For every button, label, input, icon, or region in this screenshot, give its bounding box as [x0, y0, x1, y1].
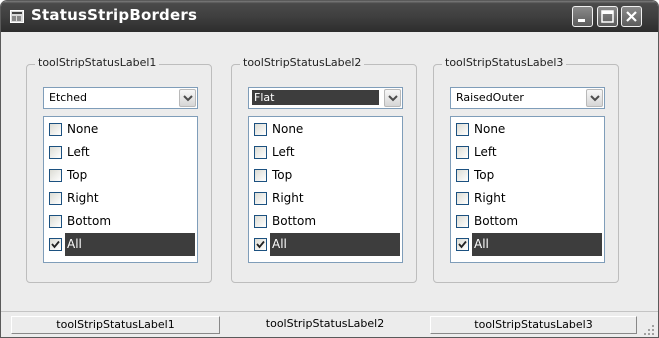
checklist-item-label: Right [272, 191, 304, 205]
dropdown-button[interactable] [384, 89, 401, 107]
checkbox[interactable] [254, 146, 267, 159]
checkbox[interactable] [254, 192, 267, 205]
checklist-item-label: Right [67, 191, 99, 205]
combo-value: Etched [49, 91, 88, 104]
checklist-item-all[interactable]: All [452, 233, 603, 256]
status-label-3: toolStripStatusLabel3 [430, 316, 637, 334]
checklist-item-label: Left [67, 145, 90, 159]
checklist-item-left[interactable]: Left [45, 141, 196, 164]
chevron-down-icon [183, 95, 193, 102]
checklist-item-all[interactable]: All [250, 233, 401, 256]
border-sides-checklist[interactable]: None Left Top Right Bottom All [248, 116, 403, 263]
checkbox[interactable] [49, 169, 62, 182]
border-group-1: toolStripStatusLabel1 Etched None Left Top Ri… [26, 56, 212, 283]
main-window: StatusStripBorders toolStripStatusLabel1… [0, 0, 659, 338]
checklist-item-none[interactable]: None [45, 118, 196, 141]
checklist-item-label: Bottom [67, 214, 112, 228]
checklist-item-all[interactable]: All [45, 233, 196, 256]
checklist-item-bottom[interactable]: Bottom [452, 210, 603, 233]
checklist-item-top[interactable]: Top [250, 164, 401, 187]
checkbox[interactable] [49, 146, 62, 159]
maximize-icon [601, 10, 614, 23]
checkbox[interactable] [254, 215, 267, 228]
checklist-item-bottom[interactable]: Bottom [45, 210, 196, 233]
checklist-item-label: Right [474, 191, 506, 205]
combo-value: Flat [252, 90, 379, 105]
checklist-item-right[interactable]: Right [45, 187, 196, 210]
checklist-item-label: All [270, 233, 400, 256]
checklist-item-label: Left [474, 145, 497, 159]
checklist-item-left[interactable]: Left [250, 141, 401, 164]
status-label-2: toolStripStatusLabel2 [265, 317, 385, 330]
minimize-icon [578, 19, 585, 22]
checkbox[interactable] [456, 215, 469, 228]
checklist-item-label: Bottom [272, 214, 317, 228]
checklist-item-label: Top [272, 168, 293, 182]
status-strip: toolStripStatusLabel1 toolStripStatusLab… [1, 311, 658, 337]
group-legend: toolStripStatusLabel2 [240, 56, 365, 69]
border-group-3: toolStripStatusLabel3 RaisedOuter None Left… [433, 56, 619, 283]
checklist-item-label: Top [474, 168, 495, 182]
checkbox[interactable] [254, 238, 267, 251]
checkmark-icon [51, 240, 60, 249]
minimize-button[interactable] [572, 6, 593, 27]
close-icon [626, 11, 637, 22]
title-bar[interactable]: StatusStripBorders [1, 1, 658, 32]
dropdown-button[interactable] [179, 89, 196, 107]
checklist-item-top[interactable]: Top [45, 164, 196, 187]
checkbox[interactable] [456, 192, 469, 205]
checklist-item-top[interactable]: Top [452, 164, 603, 187]
checklist-item-label: None [272, 122, 304, 136]
dropdown-button[interactable] [586, 89, 603, 107]
checklist-item-label: Left [272, 145, 295, 159]
border-style-combo[interactable]: Flat [248, 87, 403, 109]
checkmark-icon [458, 240, 467, 249]
checklist-item-label: All [65, 233, 195, 256]
checklist-item-right[interactable]: Right [452, 187, 603, 210]
checklist-item-label: All [472, 233, 602, 256]
checkbox[interactable] [254, 169, 267, 182]
combo-value: RaisedOuter [456, 91, 524, 104]
chevron-down-icon [590, 95, 600, 102]
maximize-button[interactable] [597, 6, 618, 27]
border-group-2: toolStripStatusLabel2 Flat None Left Top Righ… [231, 56, 417, 283]
border-style-combo[interactable]: Etched [43, 87, 198, 109]
checklist-item-label: Bottom [474, 214, 519, 228]
checklist-item-bottom[interactable]: Bottom [250, 210, 401, 233]
checklist-item-right[interactable]: Right [250, 187, 401, 210]
checklist-item-label: None [67, 122, 99, 136]
checkbox[interactable] [49, 123, 62, 136]
checkbox[interactable] [254, 123, 267, 136]
checklist-item-none[interactable]: None [452, 118, 603, 141]
group-legend: toolStripStatusLabel1 [35, 56, 160, 69]
size-grip-icon[interactable] [643, 324, 655, 336]
border-sides-checklist[interactable]: None Left Top Right Bottom All [43, 116, 198, 263]
checkmark-icon [256, 240, 265, 249]
window-title: StatusStripBorders [31, 6, 198, 24]
checklist-item-left[interactable]: Left [452, 141, 603, 164]
checkbox[interactable] [49, 192, 62, 205]
checklist-item-label: Top [67, 168, 88, 182]
checkbox[interactable] [456, 123, 469, 136]
checkbox[interactable] [49, 215, 62, 228]
checklist-item-label: None [474, 122, 506, 136]
checkbox[interactable] [456, 146, 469, 159]
chevron-down-icon [388, 95, 398, 102]
checkbox[interactable] [456, 238, 469, 251]
app-icon[interactable] [10, 10, 24, 23]
checkbox[interactable] [49, 238, 62, 251]
close-button[interactable] [621, 6, 642, 27]
checkbox[interactable] [456, 169, 469, 182]
border-sides-checklist[interactable]: None Left Top Right Bottom All [450, 116, 605, 263]
checklist-item-none[interactable]: None [250, 118, 401, 141]
group-legend: toolStripStatusLabel3 [442, 56, 567, 69]
border-style-combo[interactable]: RaisedOuter [450, 87, 605, 109]
status-label-1: toolStripStatusLabel1 [11, 316, 220, 334]
